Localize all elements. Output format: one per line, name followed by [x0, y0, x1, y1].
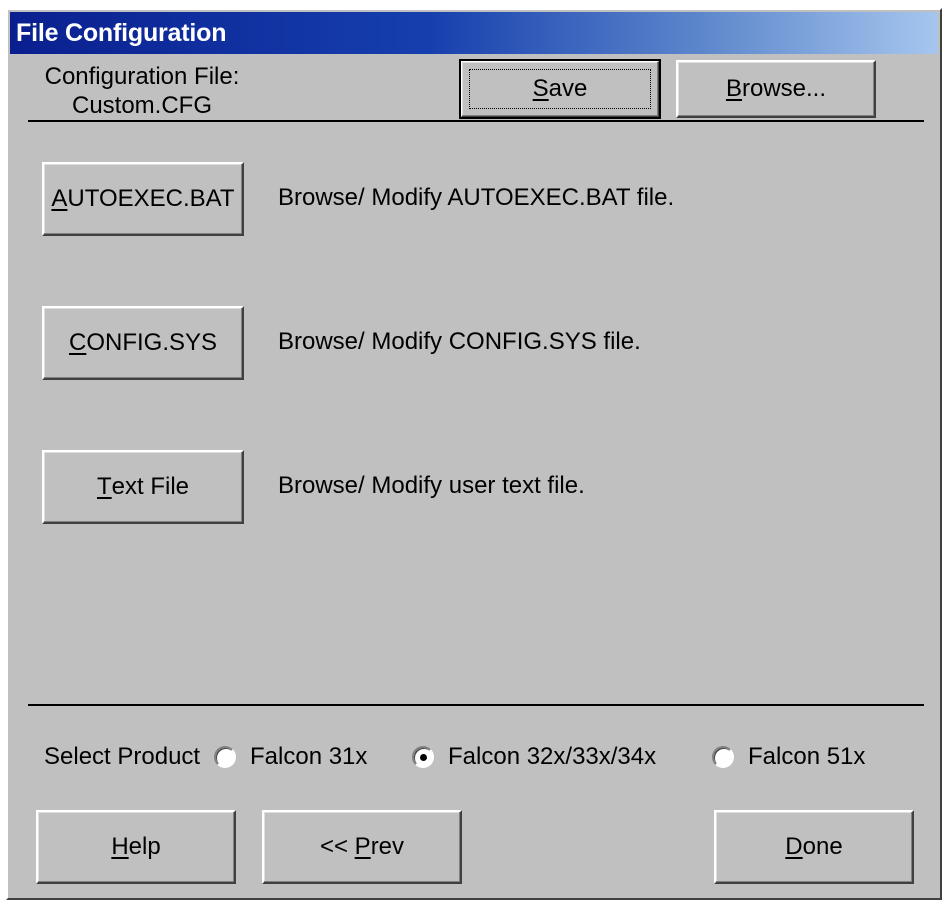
radio-falcon-51x-label: Falcon 51x	[748, 743, 866, 770]
file-configuration-window: File Configuration Configuration File: C…	[6, 8, 942, 900]
radio-circle-checked-icon[interactable]	[412, 746, 434, 768]
prev-mnemonic: P	[354, 833, 371, 860]
done-button[interactable]: Done	[714, 810, 914, 884]
text-file-mnemonic: T	[96, 473, 112, 500]
text-file-label: ext File	[111, 473, 190, 500]
prev-prefix: <<	[319, 833, 355, 860]
configuration-file-name: Custom.CFG	[71, 92, 212, 119]
done-label: one	[802, 833, 843, 860]
autoexec-mnemonic: A	[51, 185, 68, 212]
save-button[interactable]: Save	[459, 59, 661, 119]
browse-mnemonic: B	[725, 75, 742, 102]
config-sys-label: ONFIG.SYS	[86, 329, 218, 356]
save-mnemonic: S	[532, 75, 549, 102]
config-sys-mnemonic: C	[68, 329, 87, 356]
radio-circle-icon[interactable]	[712, 746, 734, 768]
window-title: File Configuration	[10, 12, 938, 54]
select-product-label: Select Product	[44, 743, 201, 770]
config-sys-description: Browse/ Modify CONFIG.SYS file.	[278, 328, 641, 355]
radio-circle-icon[interactable]	[214, 746, 236, 768]
radio-falcon-51x[interactable]: Falcon 51x	[712, 742, 865, 772]
bottom-divider	[28, 704, 924, 706]
help-label: elp	[128, 833, 161, 860]
autoexec-bat-button[interactable]: A UTOEXEC.BAT	[42, 162, 244, 236]
radio-falcon-32x-33x-34x-label: Falcon 32x/33x/34x	[448, 743, 657, 770]
configuration-file-label: Configuration File: Custom.CFG	[32, 62, 252, 120]
autoexec-label: UTOEXEC.BAT	[67, 185, 235, 212]
top-divider	[28, 120, 924, 122]
text-file-button[interactable]: Text File	[42, 450, 244, 524]
browse-label: rowse...	[741, 75, 827, 102]
prev-button[interactable]: << Prev	[262, 810, 462, 884]
radio-falcon-32x-33x-34x[interactable]: Falcon 32x/33x/34x	[412, 742, 656, 772]
radio-falcon-31x-label: Falcon 31x	[250, 743, 368, 770]
config-sys-button[interactable]: C ONFIG.SYS	[42, 306, 244, 380]
browse-button[interactable]: Browse...	[676, 60, 876, 118]
autoexec-description: Browse/ Modify AUTOEXEC.BAT file.	[278, 184, 675, 211]
text-file-description: Browse/ Modify user text file.	[278, 472, 585, 499]
save-label: ave	[548, 75, 588, 102]
done-mnemonic: D	[785, 833, 803, 860]
help-mnemonic: H	[111, 833, 129, 860]
prev-label: rev	[370, 833, 405, 860]
help-button[interactable]: Help	[36, 810, 236, 884]
radio-falcon-31x[interactable]: Falcon 31x	[214, 742, 367, 772]
configuration-file-caption: Configuration File:	[44, 63, 240, 90]
